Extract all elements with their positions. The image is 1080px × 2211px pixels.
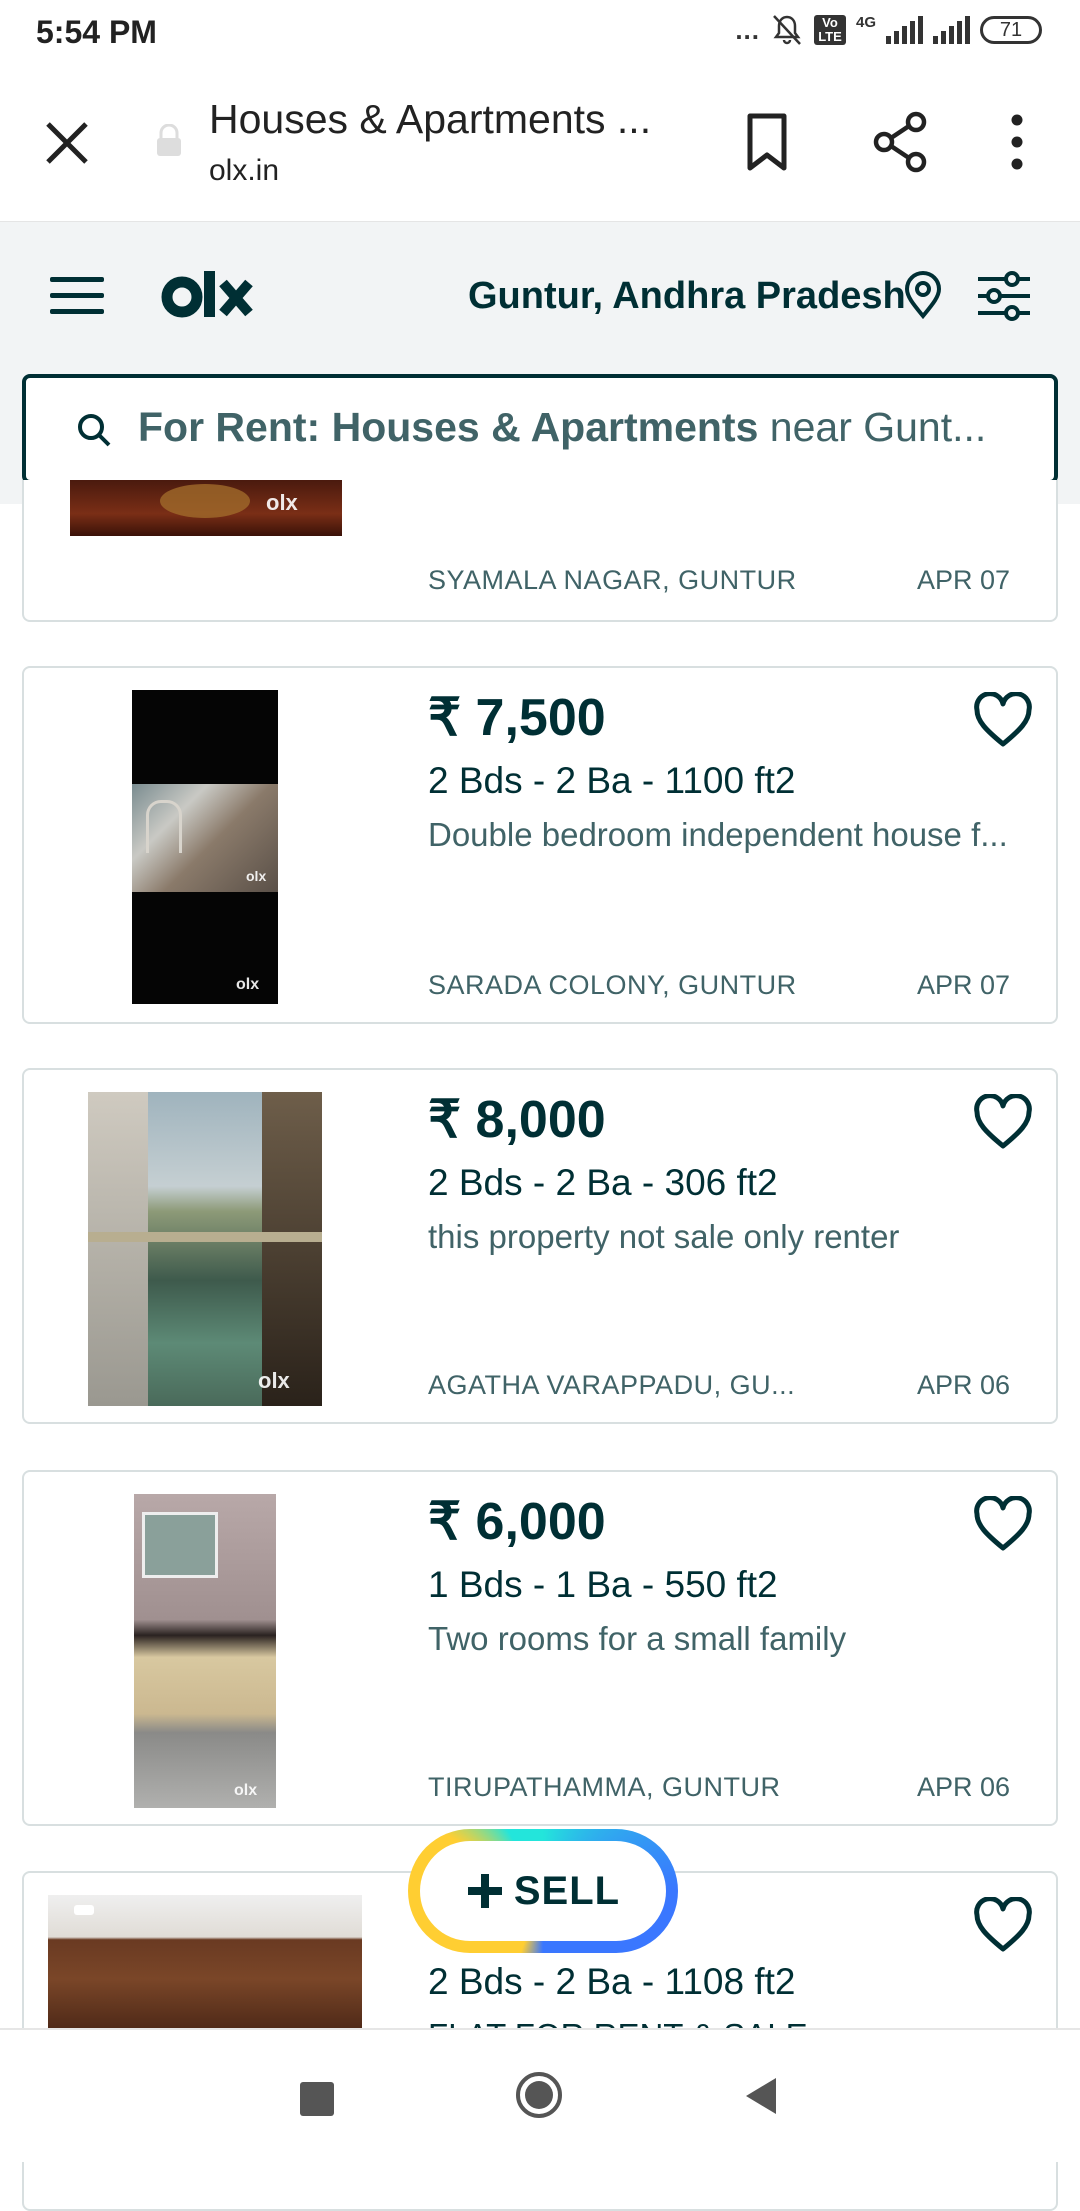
listing-image: [48, 1895, 362, 2035]
plus-icon: [467, 1874, 502, 1908]
page-url[interactable]: olx.in: [209, 154, 279, 188]
listing-specs: 1 Bds - 1 Ba - 550 ft2: [428, 1564, 778, 1605]
heart-outline-icon[interactable]: [972, 692, 1034, 750]
page-title[interactable]: Houses & Apartments ...: [209, 96, 651, 143]
search-input[interactable]: For Rent: Houses & Apartments near Gunt.…: [22, 374, 1058, 484]
listing-specs: 2 Bds - 2 Ba - 306 ft2: [428, 1162, 778, 1203]
battery-icon: 71: [980, 16, 1042, 44]
search-query: For Rent: Houses & Apartments near Gunt.…: [138, 404, 1018, 451]
volte-icon: Vo LTE: [813, 15, 846, 45]
listing-specs: 2 Bds - 2 Ba - 1108 ft2: [428, 1961, 796, 2002]
listing-location: TIRUPATHAMMA, GUNTUR: [428, 1772, 781, 1802]
watermark: olx: [234, 1782, 258, 1799]
filter-sliders-icon[interactable]: [976, 270, 1032, 322]
mute-bell-icon: [773, 15, 801, 45]
listing-image: olx: [88, 1092, 322, 1406]
close-icon[interactable]: [42, 118, 92, 168]
share-icon[interactable]: [870, 110, 930, 174]
listing-image: olx olx: [132, 690, 278, 1004]
search-icon: [78, 414, 111, 447]
network-type-icon: 4G: [855, 13, 876, 31]
listing-description: this property not sale only renter: [428, 1218, 900, 1255]
location-selector[interactable]: Guntur, Andhra Pradesh: [468, 275, 906, 318]
listing-card[interactable]: olx ₹ 8,000 2 Bds - 2 Ba - 306 ft2 this …: [22, 1068, 1058, 1424]
back-icon[interactable]: [744, 2076, 778, 2116]
listing-specs: 2 Bds - 2 Ba - 1100 ft2: [428, 760, 796, 801]
listing-description: Two rooms for a small family: [428, 1620, 847, 1657]
olx-logo-mark: [161, 271, 253, 318]
listing-card[interactable]: olx ₹ 6,000 1 Bds - 1 Ba - 550 ft2 Two r…: [22, 1470, 1058, 1826]
listing-image: olx: [134, 1494, 276, 1808]
listing-card[interactable]: olx olx ₹ 7,500 2 Bds - 2 Ba - 1100 ft2 …: [22, 666, 1058, 1024]
recents-icon[interactable]: [300, 2082, 334, 2116]
watermark: olx: [236, 976, 260, 993]
signal-icon-1: [886, 16, 923, 44]
listing-description: Double bedroom independent house f...: [428, 816, 1008, 853]
heart-outline-icon[interactable]: [972, 1496, 1034, 1554]
lock-icon: [157, 124, 181, 156]
status-time: 5:54 PM: [36, 14, 157, 50]
listing-location: SYAMALA NAGAR, GUNTUR: [428, 565, 797, 595]
watermark: olx: [266, 490, 298, 515]
signal-icon-2: [933, 16, 970, 44]
listing-date: APR 07: [916, 565, 1010, 595]
listing-date: APR 06: [916, 1370, 1010, 1400]
heart-outline-icon[interactable]: [972, 1094, 1034, 1152]
listing-date: APR 06: [916, 1772, 1010, 1802]
sell-button-inner: SELL: [420, 1841, 666, 1941]
bookmark-icon[interactable]: [742, 112, 792, 172]
listing-price: ₹ 7,500: [428, 689, 606, 747]
listing-price: ₹ 8,000: [428, 1091, 606, 1149]
home-icon[interactable]: [514, 2070, 564, 2120]
listing-location: SARADA COLONY, GUNTUR: [428, 970, 797, 1000]
listing-card[interactable]: olx SYAMALA NAGAR, GUNTUR APR 07: [22, 480, 1058, 622]
more-notifications-icon: ...: [735, 14, 760, 45]
hamburger-menu-icon[interactable]: [48, 275, 106, 317]
sell-button[interactable]: SELL: [408, 1829, 678, 1953]
sell-button-label: SELL: [513, 1868, 621, 1913]
listing-location: AGATHA VARAPPADU, GU...: [428, 1370, 796, 1400]
watermark: olx: [258, 1368, 290, 1393]
watermark: olx: [246, 868, 267, 884]
search-query-location: near Gunt...: [758, 404, 987, 450]
search-query-category: For Rent: Houses & Apartments: [138, 404, 759, 450]
status-icons: ... Vo LTE 4G 71: [735, 14, 1042, 46]
listing-date: APR 07: [916, 970, 1010, 1000]
location-pin-icon[interactable]: [902, 270, 944, 320]
more-vert-icon[interactable]: [1000, 112, 1034, 172]
heart-outline-icon[interactable]: [972, 1897, 1034, 1955]
listing-image: olx: [70, 480, 342, 536]
olx-logo[interactable]: [160, 265, 254, 325]
listing-price: ₹ 6,000: [428, 1493, 606, 1551]
